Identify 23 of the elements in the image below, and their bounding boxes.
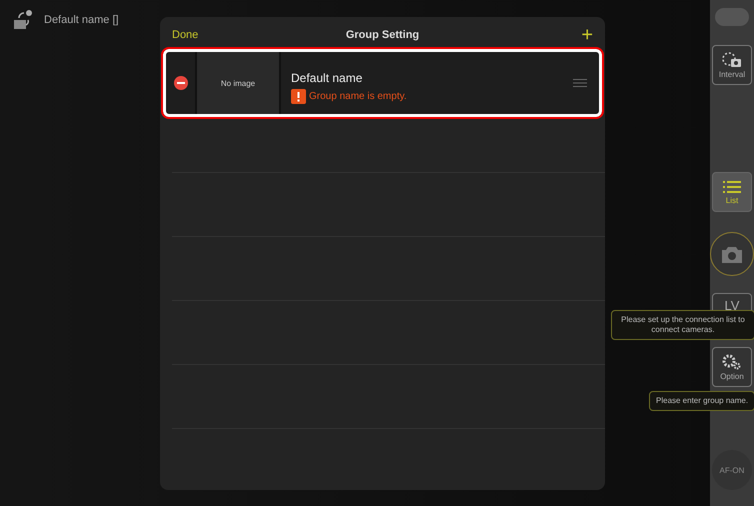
shutter-button[interactable] [710, 232, 754, 276]
camera-icon [721, 246, 743, 262]
sidebar-tool-button[interactable]: Interval [712, 45, 752, 85]
error-message: Group name is empty. [309, 90, 407, 102]
tooltip: Please enter group name. [649, 391, 754, 411]
list-icon [723, 180, 741, 194]
af-on-button[interactable]: AF-ON [712, 450, 752, 490]
sidebar-tool-button[interactable]: Option [712, 347, 752, 387]
add-button[interactable]: + [581, 27, 593, 43]
delete-icon[interactable] [174, 76, 188, 90]
done-button[interactable]: Done [172, 29, 198, 41]
drag-handle-icon[interactable] [573, 79, 587, 87]
tooltip: Please set up the connection list to connect cameras. [611, 310, 754, 340]
group-name: Default name [291, 70, 364, 84]
dialog-title: Group Setting [346, 29, 420, 41]
group-row[interactable]: No image Default name Group name is empty. [163, 49, 602, 117]
sidebar-tool-button[interactable]: List [712, 172, 752, 212]
warning-icon [291, 88, 306, 104]
gears-icon [722, 354, 742, 370]
thumbnail-label: No image [220, 78, 256, 88]
interval-camera-icon [722, 52, 742, 68]
toggle-switch[interactable] [715, 8, 749, 26]
group-label: Default name [] [44, 14, 119, 26]
